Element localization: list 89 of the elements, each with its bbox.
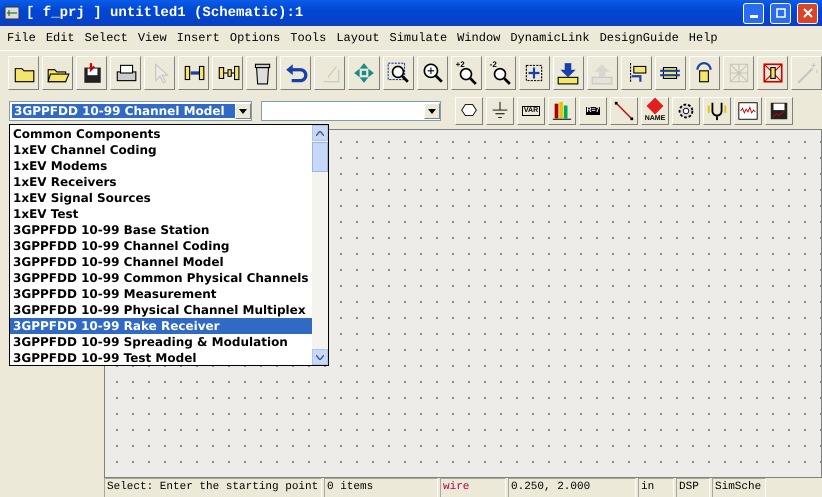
- palette-button[interactable]: [765, 97, 793, 125]
- list-item[interactable]: 3GPPFDD 10-99 Channel Model: [10, 254, 312, 270]
- tuning-fork-icon: [706, 100, 728, 122]
- toolbar-button[interactable]: +2: [450, 56, 482, 90]
- palette-button[interactable]: [672, 97, 700, 125]
- toolbar-button[interactable]: [552, 56, 584, 90]
- scroll-thumb[interactable]: [312, 142, 328, 172]
- menu-item[interactable]: File: [2, 29, 41, 47]
- close-icon: [802, 8, 812, 18]
- palette-button[interactable]: [455, 97, 483, 125]
- grid-icon: [726, 61, 750, 85]
- toolbar-button[interactable]: [110, 56, 142, 90]
- menu-item[interactable]: Help: [684, 29, 723, 47]
- status-field: Select: Enter the starting point: [104, 478, 322, 497]
- palette-button[interactable]: [734, 97, 762, 125]
- wand-icon: [794, 61, 819, 85]
- menu-item[interactable]: DynamicLink: [505, 29, 595, 47]
- scrollbar[interactable]: [312, 125, 328, 365]
- menu-item[interactable]: Select: [80, 29, 133, 47]
- menu-item[interactable]: Options: [224, 29, 286, 47]
- status-field: in: [638, 478, 674, 497]
- status-field: wire: [440, 478, 506, 497]
- toolbar-button[interactable]: [518, 56, 550, 90]
- move-arrows-icon: [352, 61, 376, 85]
- menu-item[interactable]: Tools: [285, 29, 332, 47]
- crossed-box-icon: [760, 61, 785, 85]
- status-field: DSP: [676, 478, 710, 497]
- list-item[interactable]: 1xEV Channel Coding: [10, 142, 312, 158]
- list-item[interactable]: 3GPPFDD 10-99 Spreading & Modulation: [10, 334, 312, 350]
- menu-item[interactable]: Layout: [331, 29, 385, 47]
- menu-item[interactable]: View: [132, 29, 172, 47]
- list-item[interactable]: 3GPPFDD 10-99 Common Physical Channels: [10, 270, 312, 286]
- list-item[interactable]: 1xEV Test: [10, 206, 312, 222]
- list-item[interactable]: 3GPPFDD 10-99 Physical Channel Multiplex: [10, 302, 312, 318]
- toolbar-button[interactable]: [178, 56, 210, 90]
- list-item[interactable]: Common Components: [10, 126, 312, 142]
- status-field: 0 items: [324, 478, 438, 497]
- maximize-icon: [776, 8, 786, 18]
- menu-item[interactable]: Insert: [172, 29, 225, 47]
- status-field: 0.250, 2.000: [508, 478, 636, 497]
- menu-item[interactable]: Simulate: [384, 29, 452, 47]
- menu-item[interactable]: Window: [452, 29, 506, 47]
- list-item[interactable]: 3GPPFDD 10-99 Base Station: [10, 222, 312, 238]
- minimize-button[interactable]: [743, 2, 764, 24]
- zoom-area-icon: [386, 61, 410, 85]
- waveform-icon: [737, 100, 759, 122]
- toolbar-button[interactable]: [246, 56, 278, 90]
- toolbar-button[interactable]: [280, 56, 312, 90]
- wire-icon: [613, 100, 635, 122]
- list-item[interactable]: 1xEV Signal Sources: [10, 190, 312, 206]
- toolbar-button[interactable]: [654, 56, 686, 90]
- zoom-step-label: -2: [490, 60, 497, 69]
- toolbar-button[interactable]: [76, 56, 108, 90]
- chevron-down-icon: [316, 354, 324, 360]
- toolbar-button[interactable]: [416, 56, 448, 90]
- window-title: [ f_prj ] untitled1 (Schematic):1: [26, 5, 304, 21]
- palette-button[interactable]: [703, 97, 731, 125]
- app-icon: [4, 5, 20, 21]
- palette-button[interactable]: [486, 97, 514, 125]
- menu-item[interactable]: Edit: [40, 29, 80, 47]
- list-item[interactable]: 3GPPFDD 10-99 Test Model: [10, 350, 312, 366]
- library-value: 3GPPFDD 10-99 Channel Model: [12, 104, 235, 118]
- status-field: SimSche: [712, 478, 766, 497]
- maximize-button[interactable]: [770, 2, 791, 24]
- toolbar-button[interactable]: [8, 56, 40, 90]
- toolbar-button[interactable]: [757, 56, 788, 90]
- library-dropdown[interactable]: 3GPPFDD 10-99 Channel Model: [9, 101, 252, 121]
- list-item[interactable]: 1xEV Receivers: [10, 174, 312, 190]
- zoom-step-label: +2: [456, 60, 465, 69]
- menu-item[interactable]: DesignGuide: [594, 29, 684, 47]
- scroll-down-button[interactable]: [312, 349, 328, 365]
- minimize-icon: [750, 15, 758, 18]
- list-item[interactable]: 3GPPFDD 10-99 Channel Coding: [10, 238, 312, 254]
- scroll-up-button[interactable]: [312, 125, 328, 141]
- chevron-up-icon: [316, 130, 324, 136]
- toolbar-button[interactable]: [620, 56, 652, 90]
- toolbar-button[interactable]: [212, 56, 244, 90]
- list-item[interactable]: 3GPPFDD 10-99 Rake Receiver: [10, 318, 312, 334]
- toolbar-button[interactable]: [382, 56, 414, 90]
- save-chart-icon: [768, 100, 790, 122]
- toolbar-button[interactable]: -2: [484, 56, 516, 90]
- close-button[interactable]: [797, 2, 818, 24]
- push-down-icon: [556, 61, 580, 85]
- toolbar-button[interactable]: [42, 56, 74, 90]
- list-item[interactable]: 3GPPFDD 10-99 Measurement: [10, 286, 312, 302]
- books-icon: [551, 100, 573, 122]
- toolbar-button[interactable]: [688, 56, 720, 90]
- palette-button[interactable]: [548, 97, 576, 125]
- list-item[interactable]: 1xEV Modems: [10, 158, 312, 174]
